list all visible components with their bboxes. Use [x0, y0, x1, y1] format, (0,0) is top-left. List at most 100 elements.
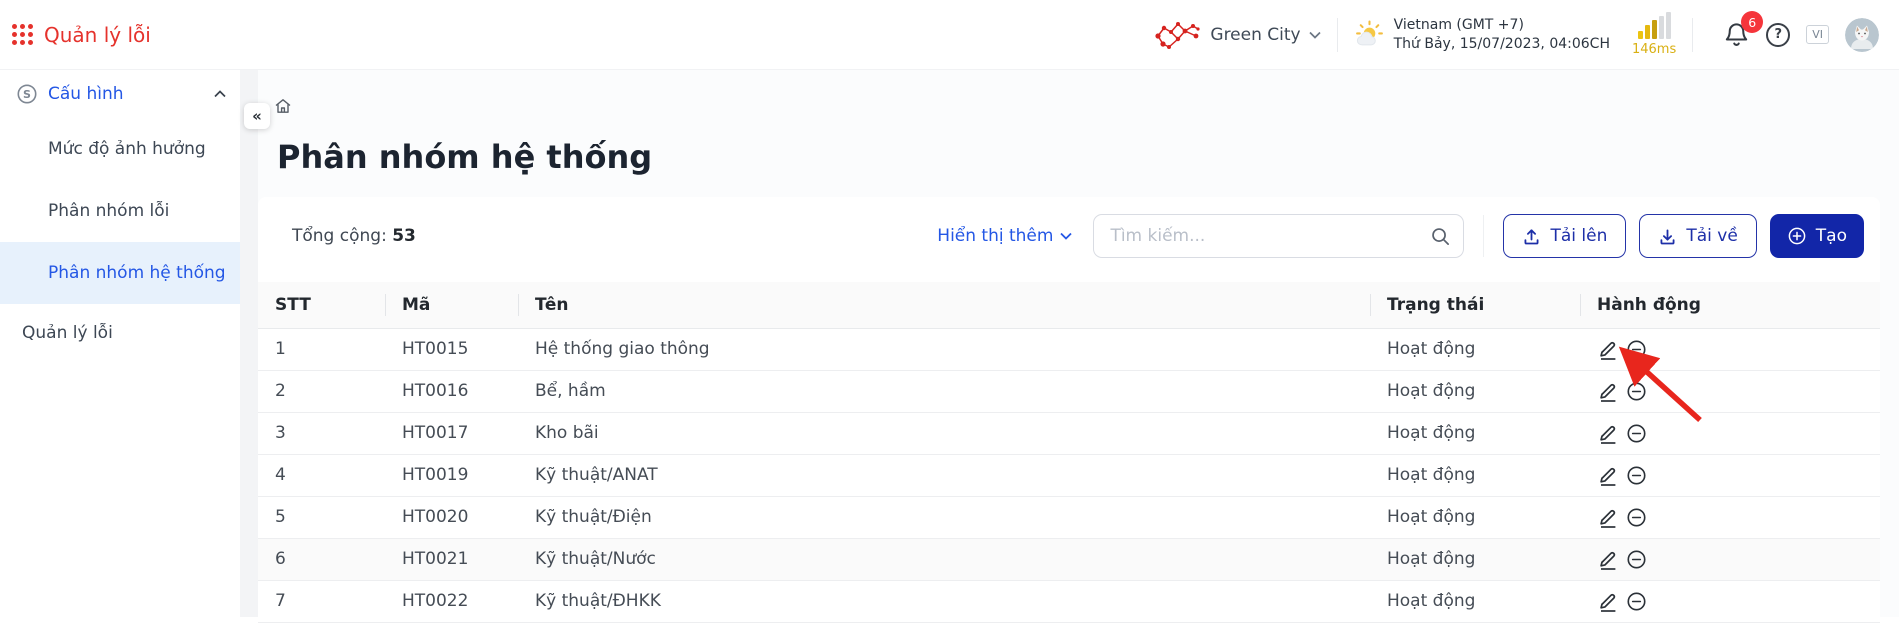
cell-actions: [1580, 454, 1880, 496]
cell-stt: 1: [258, 328, 385, 370]
sidebar-collapse-button[interactable]: «: [244, 103, 270, 129]
deactivate-button[interactable]: [1626, 465, 1647, 486]
col-stt: STT: [258, 282, 385, 328]
app-grid-icon[interactable]: [12, 24, 33, 45]
edit-button[interactable]: [1597, 338, 1619, 361]
deactivate-button[interactable]: [1626, 381, 1647, 402]
topbar: Quản lý lỗi Green City: [0, 0, 1899, 70]
table-row[interactable]: 1 HT0015 Hệ thống giao thông Hoạt động: [258, 328, 1880, 370]
language-switcher[interactable]: VI: [1806, 25, 1829, 44]
sidebar-item-muc-do-anh-huong[interactable]: Mức độ ảnh hưởng: [0, 118, 240, 180]
divider: [1692, 18, 1693, 52]
notifications-button[interactable]: 6: [1723, 21, 1750, 48]
show-more-dropdown[interactable]: Hiển thị thêm: [937, 226, 1072, 246]
cell-actions: [1580, 580, 1880, 622]
cell-actions: [1580, 496, 1880, 538]
notification-badge: 6: [1741, 11, 1763, 33]
col-ten: Tên: [518, 282, 1370, 328]
minus-circle-icon: [1626, 381, 1647, 402]
chevron-down-icon: [1309, 31, 1321, 39]
region-label: Vietnam (GMT +7): [1394, 16, 1610, 35]
user-avatar[interactable]: [1845, 18, 1879, 52]
cell-status: Hoạt động: [1370, 538, 1580, 580]
edit-button[interactable]: [1597, 506, 1619, 529]
create-button[interactable]: Tạo: [1770, 214, 1864, 258]
table-row[interactable]: 3 HT0017 Kho bãi Hoạt động: [258, 412, 1880, 454]
deactivate-button[interactable]: [1626, 339, 1647, 360]
cell-status: Hoạt động: [1370, 328, 1580, 370]
cell-status: Hoạt động: [1370, 580, 1580, 622]
table-row[interactable]: 2 HT0016 Bể, hầm Hoạt động: [258, 370, 1880, 412]
cell-code: HT0021: [385, 538, 518, 580]
cell-name: Hệ thống giao thông: [518, 328, 1370, 370]
download-button[interactable]: Tải về: [1639, 214, 1756, 258]
total-count: Tổng cộng: 53: [292, 226, 416, 246]
deactivate-button[interactable]: [1626, 507, 1647, 528]
col-hanh-dong: Hành động: [1580, 282, 1880, 328]
search-input[interactable]: [1108, 225, 1430, 247]
search-box: [1093, 214, 1464, 258]
cell-name: Kho bãi: [518, 412, 1370, 454]
total-value: 53: [392, 226, 416, 246]
cell-status: Hoạt động: [1370, 412, 1580, 454]
content-card: Tổng cộng: 53 Hiển thị thêm: [258, 197, 1880, 617]
sidebar-group-label: Cấu hình: [48, 84, 124, 104]
pencil-icon: [1597, 590, 1619, 613]
edit-button[interactable]: [1597, 464, 1619, 487]
cell-code: HT0020: [385, 496, 518, 538]
upload-button[interactable]: Tải lên: [1503, 214, 1626, 258]
pencil-icon: [1597, 338, 1619, 361]
table-row[interactable]: 5 HT0020 Kỹ thuật/Điện Hoạt động: [258, 496, 1880, 538]
cell-status: Hoạt động: [1370, 370, 1580, 412]
app-brand: Quản lý lỗi: [12, 23, 151, 47]
divider: [1483, 215, 1484, 257]
breadcrumb[interactable]: [273, 96, 293, 116]
tenant-selector[interactable]: Green City: [1154, 19, 1320, 51]
pencil-icon: [1597, 422, 1619, 445]
sidebar-group-config[interactable]: S Cấu hình: [0, 70, 240, 118]
table-body: 1 HT0015 Hệ thống giao thông Hoạt động: [258, 328, 1880, 622]
weather-sun-cloud-icon: [1354, 19, 1385, 50]
minus-circle-icon: [1626, 507, 1647, 528]
col-trang-thai: Trạng thái: [1370, 282, 1580, 328]
cell-name: Kỹ thuật/Nước: [518, 538, 1370, 580]
sidebar-gutter: [240, 70, 258, 617]
deactivate-button[interactable]: [1626, 591, 1647, 612]
pencil-icon: [1597, 380, 1619, 403]
latency-block: 146ms: [1632, 12, 1676, 57]
cell-stt: 4: [258, 454, 385, 496]
col-ma: Mã: [385, 282, 518, 328]
edit-button[interactable]: [1597, 422, 1619, 445]
plus-circle-icon: [1787, 226, 1807, 246]
minus-circle-icon: [1626, 465, 1647, 486]
table-row[interactable]: 4 HT0019 Kỹ thuật/ANAT Hoạt động: [258, 454, 1880, 496]
edit-button[interactable]: [1597, 548, 1619, 571]
svg-text:S: S: [23, 88, 31, 101]
sidebar-item-phan-nhom-loi[interactable]: Phân nhóm lỗi: [0, 180, 240, 242]
cell-stt: 3: [258, 412, 385, 454]
topbar-right: Green City Vietnam (GMT +7): [1154, 12, 1879, 57]
settings-s-icon: S: [16, 83, 38, 105]
pencil-icon: [1597, 506, 1619, 529]
sidebar-item-quan-ly-loi[interactable]: Quản lý lỗi: [0, 304, 240, 362]
deactivate-button[interactable]: [1626, 549, 1647, 570]
cell-actions: [1580, 412, 1880, 454]
table-row[interactable]: 6 HT0021 Kỹ thuật/Nước Hoạt động: [258, 538, 1880, 580]
app-title: Quản lý lỗi: [44, 23, 151, 47]
help-button[interactable]: ?: [1766, 23, 1790, 47]
signal-bars-icon: [1638, 12, 1671, 39]
cell-code: HT0019: [385, 454, 518, 496]
data-table: STT Mã Tên Trạng thái Hành động 1 HT0015…: [258, 282, 1880, 623]
cell-actions: [1580, 328, 1880, 370]
chevron-down-icon: [1060, 232, 1072, 240]
home-icon: [273, 96, 293, 116]
sidebar-item-phan-nhom-he-thong[interactable]: Phân nhóm hệ thống: [0, 242, 240, 304]
latency-value: 146ms: [1632, 42, 1676, 57]
edit-button[interactable]: [1597, 590, 1619, 613]
pencil-icon: [1597, 464, 1619, 487]
deactivate-button[interactable]: [1626, 423, 1647, 444]
edit-button[interactable]: [1597, 380, 1619, 403]
table-row[interactable]: 7 HT0022 Kỹ thuật/ĐHKK Hoạt động: [258, 580, 1880, 622]
cell-actions: [1580, 538, 1880, 580]
search-icon[interactable]: [1430, 226, 1451, 247]
